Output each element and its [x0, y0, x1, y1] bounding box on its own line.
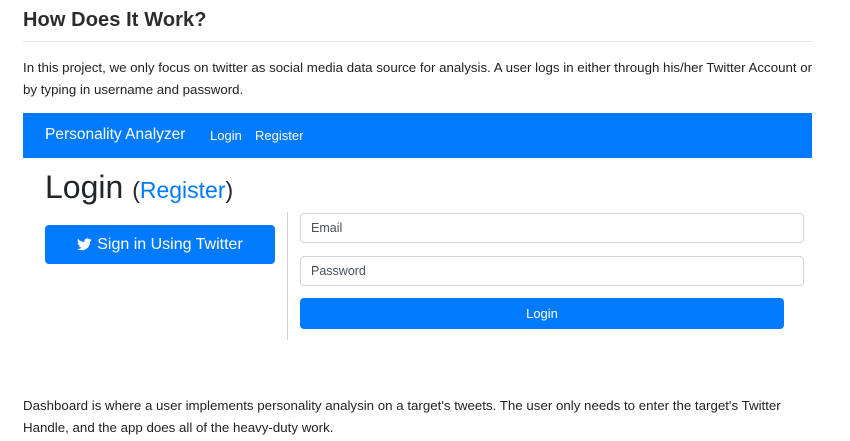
password-field[interactable]: [300, 256, 804, 286]
title-divider: [23, 41, 812, 42]
register-link[interactable]: Register: [140, 177, 226, 203]
navbar: Personality Analyzer Login Register: [23, 113, 812, 158]
login-submit-button[interactable]: Login: [300, 298, 784, 329]
intro-paragraph: In this project, we only focus on twitte…: [23, 60, 813, 97]
login-screenshot: Personality Analyzer Login Register Logi…: [23, 113, 812, 358]
login-heading-text: Login: [45, 169, 124, 205]
section-title: How Does It Work?: [23, 9, 207, 31]
vertical-divider: [287, 212, 288, 340]
email-field[interactable]: [300, 213, 804, 243]
twitter-bird-icon: [77, 238, 92, 251]
sign-in-twitter-button[interactable]: Sign in Using Twitter: [45, 225, 275, 264]
sign-in-twitter-label: Sign in Using Twitter: [97, 235, 243, 253]
navbar-brand[interactable]: Personality Analyzer: [45, 126, 185, 144]
paren-open: (: [132, 177, 140, 203]
nav-link-login[interactable]: Login: [210, 128, 242, 143]
login-heading: Login (Register): [45, 169, 233, 206]
paren-close: ): [225, 177, 234, 203]
page: How Does It Work? In this project, we on…: [0, 0, 850, 441]
dashboard-paragraph: Dashboard is where a user implements per…: [23, 398, 781, 435]
nav-link-register[interactable]: Register: [255, 128, 303, 143]
